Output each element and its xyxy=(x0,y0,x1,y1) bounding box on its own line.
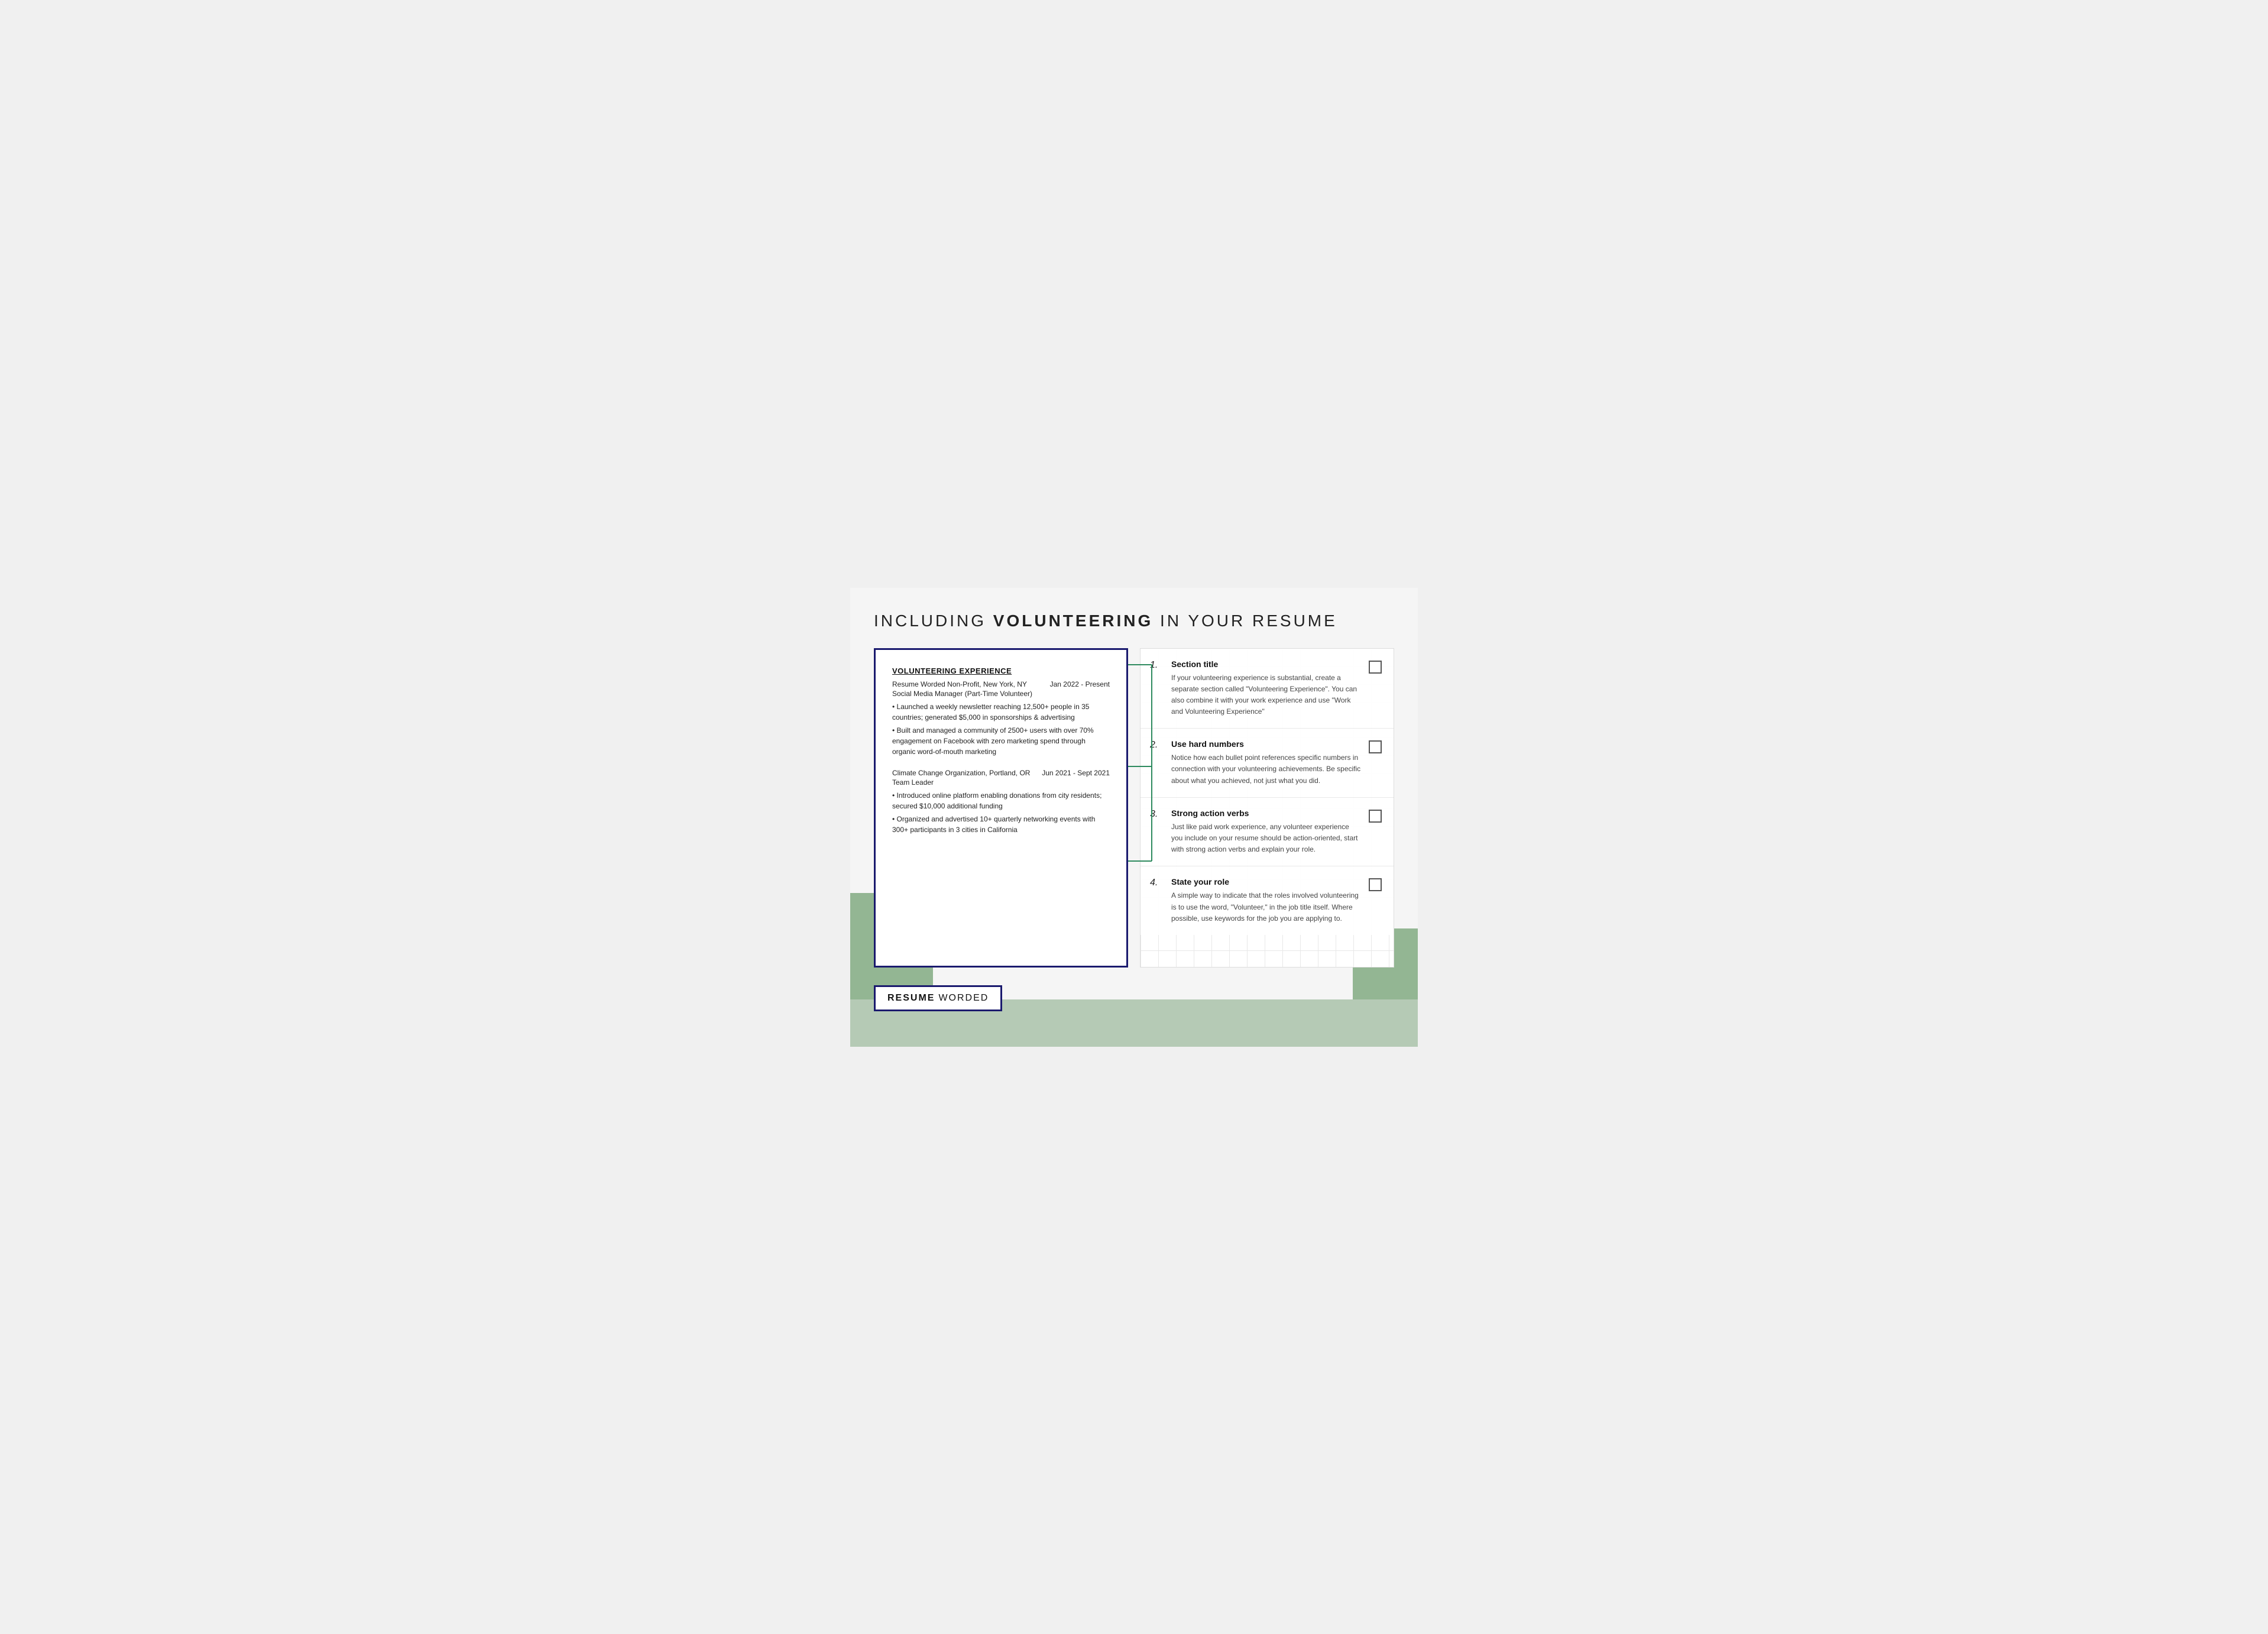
tip-item-1: 1. Section title If your volunteering ex… xyxy=(1141,649,1394,729)
tip-1-number: 1. xyxy=(1150,659,1171,671)
tip-3-number: 3. xyxy=(1150,808,1171,820)
tip-3-content: Strong action verbs Just like paid work … xyxy=(1171,808,1362,856)
tip-4-checkbox[interactable] xyxy=(1369,878,1382,891)
resume-entry-2-bullet-1: • Introduced online platform enabling do… xyxy=(892,790,1110,811)
resume-entry-1-org: Resume Worded Non-Profit, New York, NY xyxy=(892,680,1027,688)
tip-item-2: 2. Use hard numbers Notice how each bull… xyxy=(1141,729,1394,798)
tip-1-title: Section title xyxy=(1171,659,1362,669)
resume-section-title: VOLUNTEERING EXPERIENCE xyxy=(892,666,1110,675)
tip-2-checkbox[interactable] xyxy=(1369,740,1382,753)
tip-1-description: If your volunteering experience is subst… xyxy=(1171,672,1362,718)
tip-4-number: 4. xyxy=(1150,877,1171,888)
page-title: INCLUDING VOLUNTEERING IN YOUR RESUME xyxy=(874,611,1394,630)
resume-entry-2-org: Climate Change Organization, Portland, O… xyxy=(892,769,1030,777)
page-wrapper: INCLUDING VOLUNTEERING IN YOUR RESUME VO… xyxy=(850,588,1418,1047)
tip-3-description: Just like paid work experience, any volu… xyxy=(1171,821,1362,856)
brand-worded-label: WORDED xyxy=(938,993,989,1004)
resume-entry-1-header: Resume Worded Non-Profit, New York, NY J… xyxy=(892,680,1110,688)
resume-panel-wrapper: VOLUNTEERING EXPERIENCE Resume Worded No… xyxy=(874,648,1128,968)
resume-entry-1-bullet-1: • Launched a weekly newsletter reaching … xyxy=(892,701,1110,723)
resume-entry-2-header: Climate Change Organization, Portland, O… xyxy=(892,769,1110,777)
tip-3-checkbox[interactable] xyxy=(1369,810,1382,823)
resume-entry-1-date: Jan 2022 - Present xyxy=(1050,680,1110,688)
tip-2-content: Use hard numbers Notice how each bullet … xyxy=(1171,739,1362,787)
tips-list: 1. Section title If your volunteering ex… xyxy=(1140,648,1394,968)
resume-panel: VOLUNTEERING EXPERIENCE Resume Worded No… xyxy=(874,648,1128,968)
tips-panel: 1. Section title If your volunteering ex… xyxy=(1140,648,1394,968)
resume-entry-1-role: Social Media Manager (Part-Time Voluntee… xyxy=(892,690,1110,698)
brand-box: RESUME WORDED xyxy=(874,985,1002,1011)
main-content: VOLUNTEERING EXPERIENCE Resume Worded No… xyxy=(874,648,1394,968)
tip-item-3: 3. Strong action verbs Just like paid wo… xyxy=(1141,798,1394,867)
brand-resume-label: RESUME xyxy=(887,993,935,1004)
resume-entry-2-date: Jun 2021 - Sept 2021 xyxy=(1042,769,1110,777)
resume-entry-2: Climate Change Organization, Portland, O… xyxy=(892,769,1110,835)
resume-entry-1: Resume Worded Non-Profit, New York, NY J… xyxy=(892,680,1110,757)
tip-4-description: A simple way to indicate that the roles … xyxy=(1171,890,1362,924)
resume-entry-2-bullet-2: • Organized and advertised 10+ quarterly… xyxy=(892,814,1110,835)
tip-1-content: Section title If your volunteering exper… xyxy=(1171,659,1362,718)
tip-2-number: 2. xyxy=(1150,739,1171,750)
tip-1-checkbox[interactable] xyxy=(1369,661,1382,674)
tip-2-title: Use hard numbers xyxy=(1171,739,1362,749)
tip-3-title: Strong action verbs xyxy=(1171,808,1362,818)
tip-2-description: Notice how each bullet point references … xyxy=(1171,752,1362,787)
tip-4-content: State your role A simple way to indicate… xyxy=(1171,877,1362,924)
tip-item-4: 4. State your role A simple way to indic… xyxy=(1141,866,1394,935)
resume-entry-2-role: Team Leader xyxy=(892,778,1110,787)
tip-4-title: State your role xyxy=(1171,877,1362,886)
branding-section: RESUME WORDED xyxy=(874,985,1394,1011)
resume-entry-1-bullet-2: • Built and managed a community of 2500+… xyxy=(892,725,1110,757)
